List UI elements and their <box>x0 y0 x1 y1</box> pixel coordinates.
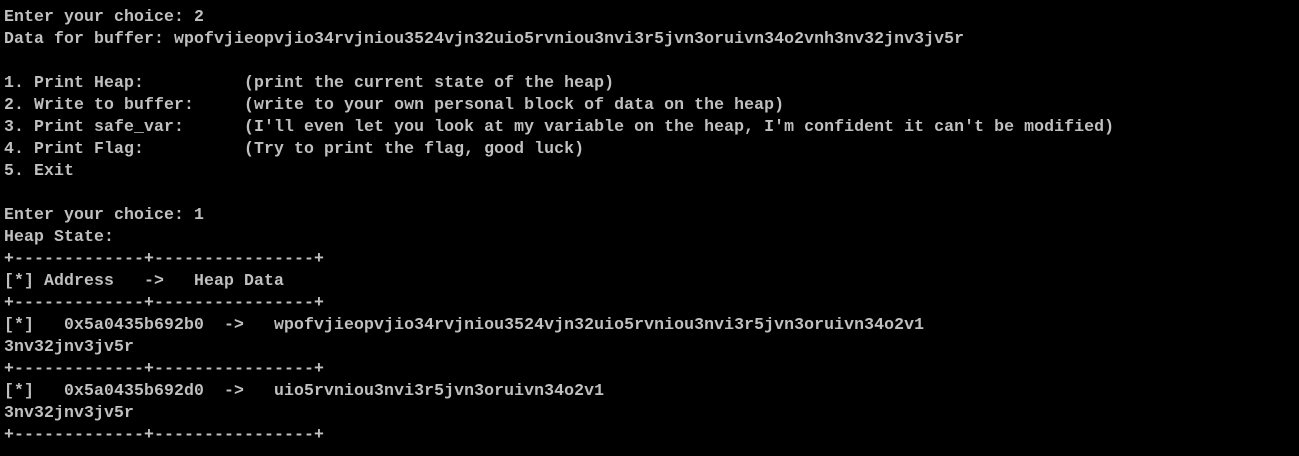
heap-row-2: [*] 0x5a0435b692d0 -> uio5rvniou3nvi3r5j… <box>4 381 605 400</box>
menu-option-print-heap: 1. Print Heap: (print the current state … <box>4 73 615 92</box>
terminal-window[interactable]: Enter your choice: 2 Data for buffer: wp… <box>0 0 1299 456</box>
menu-option-print-safe-var: 3. Print safe_var: (I'll even let you lo… <box>4 117 1115 136</box>
menu-option-print-flag: 4. Print Flag: (Try to print the flag, g… <box>4 139 585 158</box>
menu-option-exit: 5. Exit <box>4 161 75 180</box>
table-border: +-------------+----------------+ <box>4 293 325 312</box>
table-header: [*] Address -> Heap Data <box>4 271 285 290</box>
menu-option-write-buffer: 2. Write to buffer: (write to your own p… <box>4 95 785 114</box>
heap-state-heading: Heap State: <box>4 227 115 246</box>
prompt-line: Enter your choice: 2 <box>4 7 205 26</box>
table-border: +-------------+----------------+ <box>4 249 325 268</box>
heap-row-1-continuation: 3nv32jnv3jv5r <box>4 337 135 356</box>
heap-row-1: [*] 0x5a0435b692b0 -> wpofvjieopvjio34rv… <box>4 315 925 334</box>
buffer-input-line: Data for buffer: wpofvjieopvjio34rvjniou… <box>4 29 965 48</box>
prompt-line: Enter your choice: 1 <box>4 205 205 224</box>
table-border: +-------------+----------------+ <box>4 425 325 444</box>
heap-row-2-continuation: 3nv32jnv3jv5r <box>4 403 135 422</box>
table-border: +-------------+----------------+ <box>4 359 325 378</box>
